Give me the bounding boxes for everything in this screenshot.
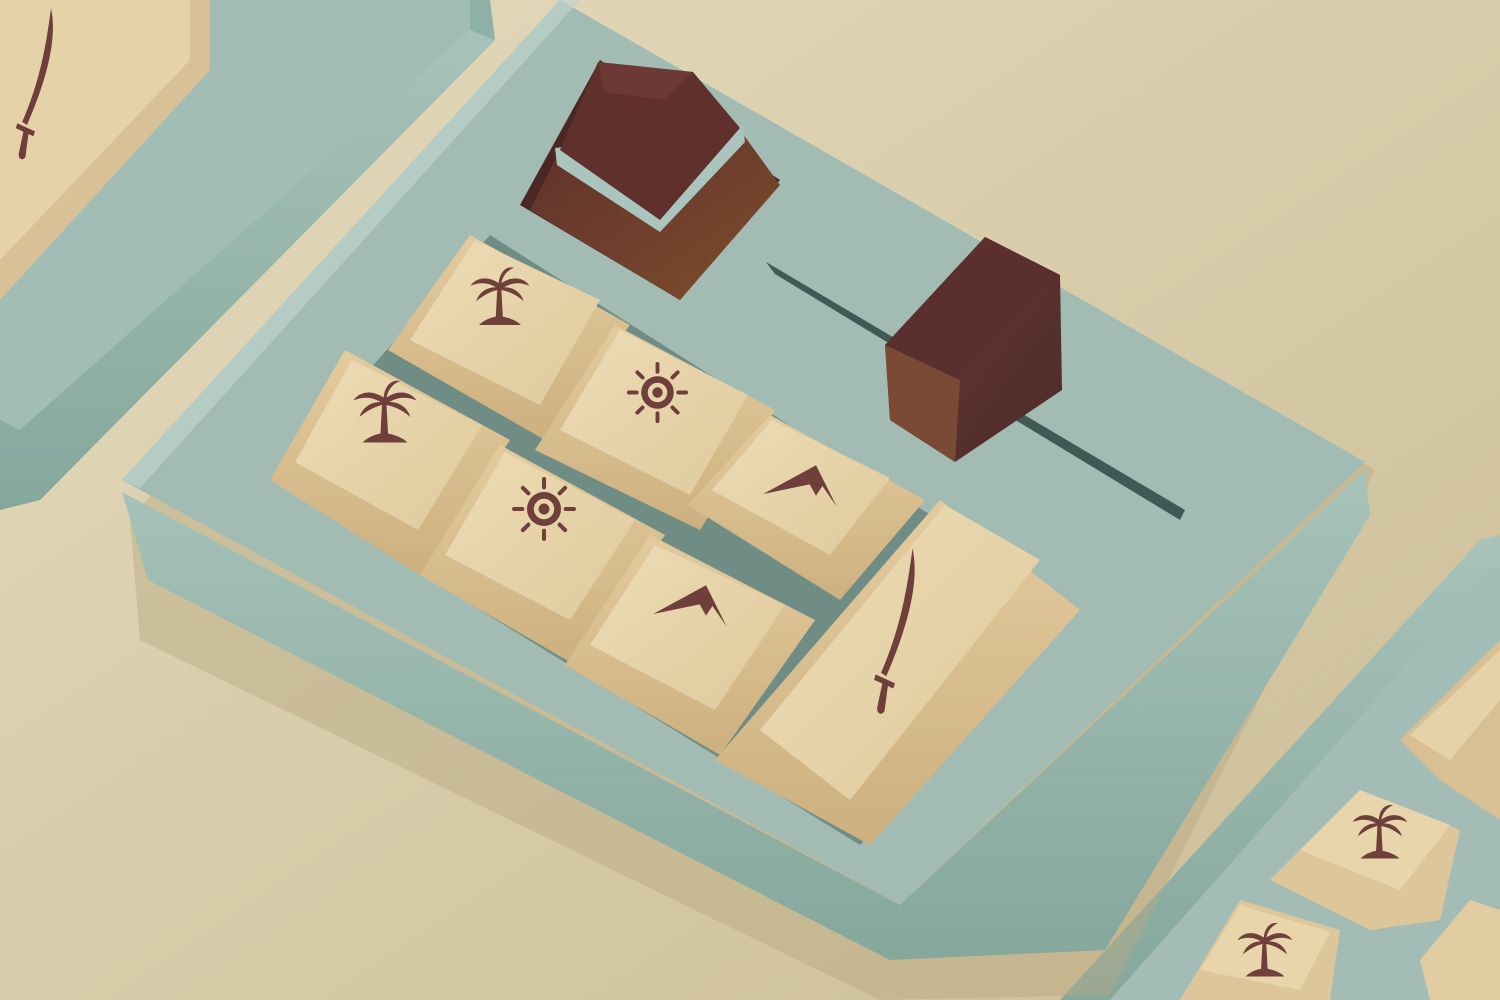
sun-icon xyxy=(629,364,686,421)
sun-icon xyxy=(514,479,574,539)
product-render xyxy=(0,0,1500,1000)
